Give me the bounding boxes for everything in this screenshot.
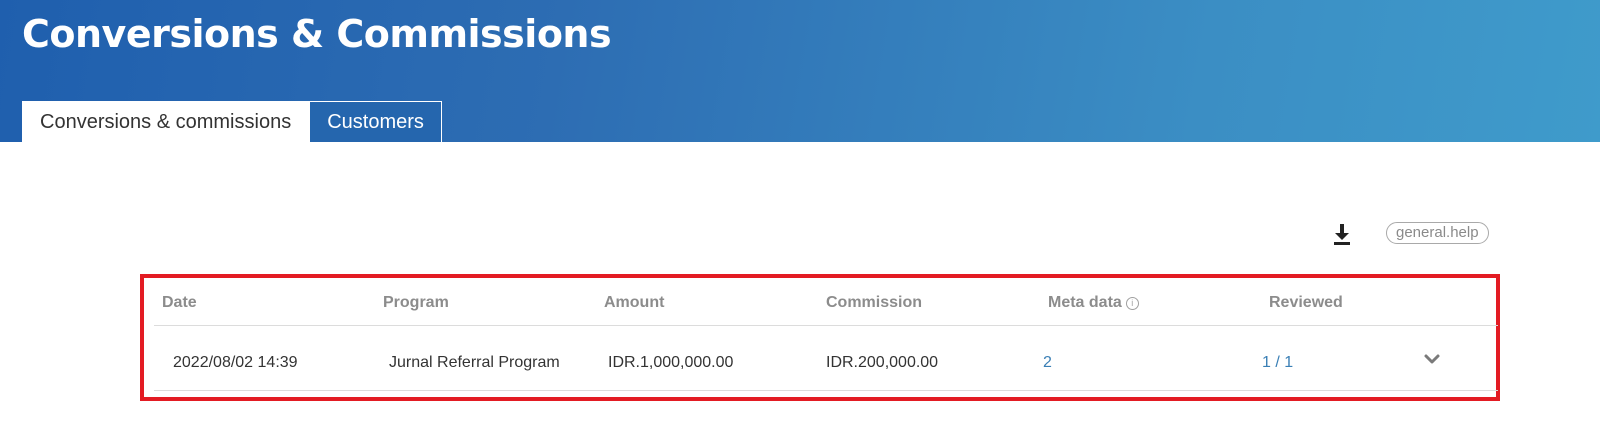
tab-customers[interactable]: Customers [309, 101, 442, 142]
cell-amount: IDR.1,000,000.00 [608, 354, 734, 371]
conversions-table: Date Program Amount Commission Meta data… [154, 278, 1498, 391]
column-header-amount: Amount [604, 294, 665, 311]
table-header: Date Program Amount Commission Meta data… [154, 278, 1498, 326]
meta-data-link[interactable]: 2 [1043, 354, 1052, 372]
reviewed-link[interactable]: 1 / 1 [1262, 354, 1293, 372]
cell-date: 2022/08/02 14:39 [173, 354, 298, 371]
column-header-meta-data: Meta data i [1048, 294, 1139, 312]
help-button[interactable]: general.help [1386, 222, 1489, 244]
highlight-frame: Date Program Amount Commission Meta data… [140, 274, 1500, 401]
cell-program: Jurnal Referral Program [389, 354, 560, 371]
column-header-program: Program [383, 294, 449, 311]
page-header: Conversions & Commissions Conversions & … [0, 0, 1600, 142]
column-header-meta-data-label: Meta data [1048, 294, 1122, 311]
table-row[interactable]: 2022/08/02 14:39 Jurnal Referral Program… [154, 326, 1498, 391]
cell-commission: IDR.200,000.00 [826, 354, 939, 371]
chevron-down-icon[interactable] [1423, 352, 1441, 366]
page-title: Conversions & Commissions [22, 12, 612, 56]
column-header-date: Date [162, 294, 197, 311]
column-header-commission: Commission [826, 294, 923, 311]
download-icon[interactable] [1332, 223, 1352, 245]
info-icon[interactable]: i [1125, 297, 1139, 310]
tab-conversions-commissions[interactable]: Conversions & commissions [22, 101, 310, 142]
table-toolbar: general.help [0, 220, 1600, 248]
tab-bar: Conversions & commissions Customers [22, 101, 442, 142]
column-header-reviewed: Reviewed [1269, 294, 1343, 311]
